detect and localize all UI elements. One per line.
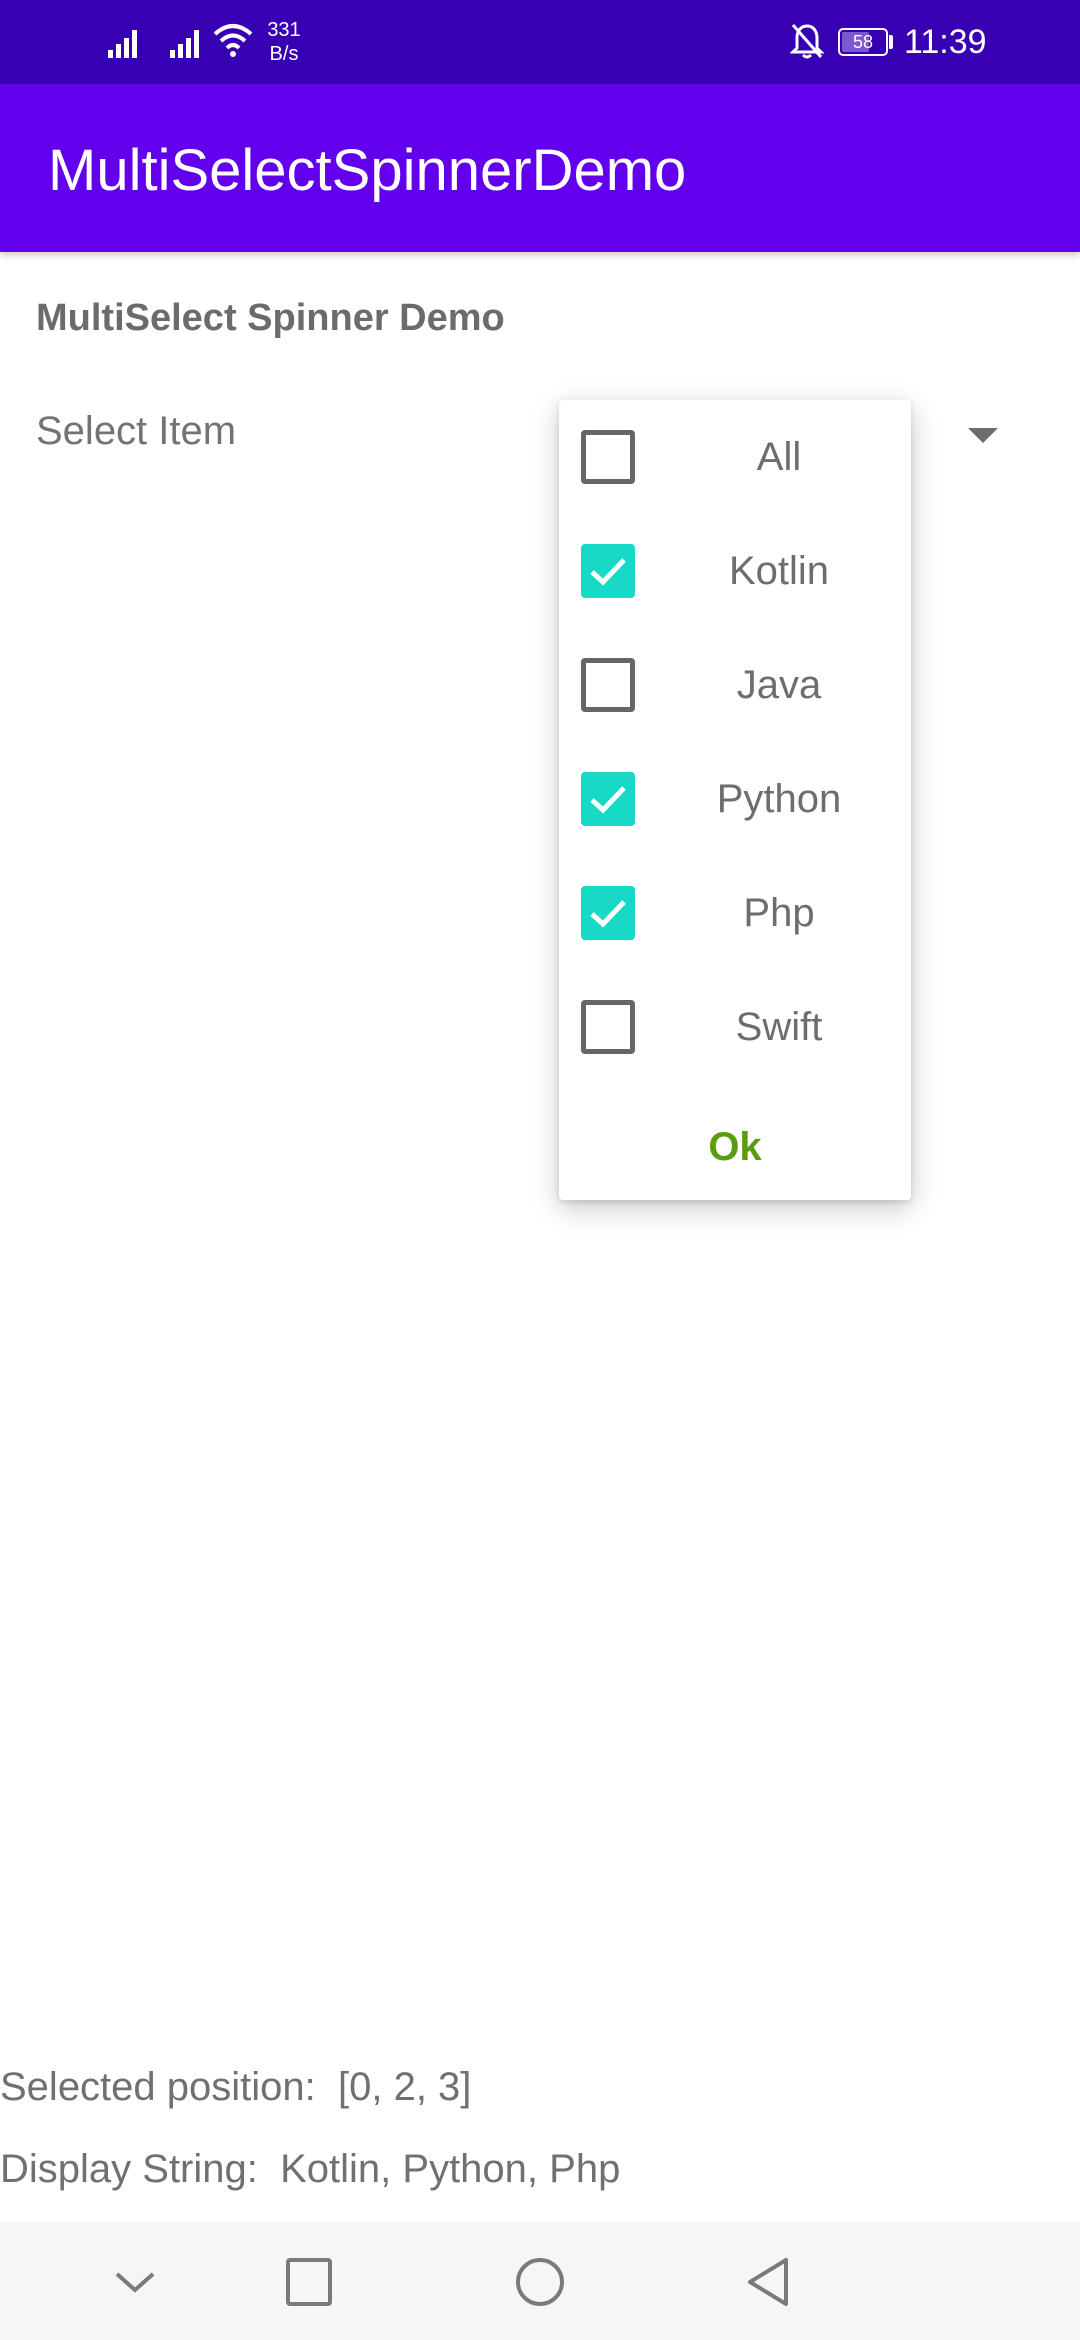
checkbox[interactable] bbox=[581, 1000, 635, 1054]
option-swift[interactable]: Swift bbox=[559, 970, 911, 1084]
check-icon bbox=[590, 558, 626, 586]
battery-percentage: 58 bbox=[852, 32, 874, 52]
app-bar: MultiSelectSpinnerDemo bbox=[0, 84, 1080, 252]
wifi-icon bbox=[213, 24, 253, 57]
page-heading: MultiSelect Spinner Demo bbox=[36, 297, 505, 339]
option-java[interactable]: Java bbox=[559, 628, 911, 742]
spinner-label[interactable]: Select Item bbox=[36, 404, 236, 458]
checkbox[interactable] bbox=[581, 772, 635, 826]
bell-muted-icon bbox=[790, 24, 824, 59]
navigation-bar bbox=[0, 2222, 1080, 2340]
checkbox[interactable] bbox=[581, 886, 635, 940]
option-label: Java bbox=[736, 663, 822, 707]
checkbox[interactable] bbox=[581, 544, 635, 598]
selected-position-text: Selected position: [0, 2, 3] bbox=[0, 2065, 472, 2109]
display-string-text: Display String: Kotlin, Python, Php bbox=[0, 2147, 621, 2191]
option-label: Kotlin bbox=[728, 549, 830, 593]
battery-icon: 58 bbox=[838, 28, 888, 56]
option-label: All bbox=[756, 435, 802, 479]
network-speed-unit: B/s bbox=[269, 43, 299, 65]
option-label: Swift bbox=[735, 1005, 823, 1049]
option-kotlin[interactable]: Kotlin bbox=[559, 514, 911, 628]
check-icon bbox=[590, 900, 626, 928]
checkbox[interactable] bbox=[581, 658, 635, 712]
option-label: Php bbox=[743, 891, 815, 935]
signal-strength-icon bbox=[108, 30, 137, 58]
multiselect-dropdown: All Kotlin Java Python Php Swift Ok bbox=[559, 400, 911, 1200]
clock: 11:39 bbox=[904, 23, 987, 61]
option-all[interactable]: All bbox=[559, 400, 911, 514]
home-icon[interactable] bbox=[508, 2250, 572, 2314]
checkbox[interactable] bbox=[581, 430, 635, 484]
option-label: Python bbox=[716, 777, 842, 821]
option-python[interactable]: Python bbox=[559, 742, 911, 856]
recent-apps-icon[interactable] bbox=[277, 2250, 341, 2314]
signal-strength-icon bbox=[170, 30, 199, 58]
battery-tip bbox=[889, 35, 893, 49]
status-bar: 331 B/s 58 11:39 bbox=[0, 0, 1080, 84]
network-speed-value: 331 bbox=[267, 19, 301, 41]
check-icon bbox=[590, 786, 626, 814]
ok-button[interactable]: Ok bbox=[559, 1112, 911, 1182]
app-title: MultiSelectSpinnerDemo bbox=[48, 138, 687, 203]
network-speed: 331 B/s bbox=[262, 18, 306, 66]
back-icon[interactable] bbox=[738, 2250, 802, 2314]
option-php[interactable]: Php bbox=[559, 856, 911, 970]
chevron-down-icon[interactable] bbox=[103, 2250, 167, 2314]
dropdown-arrow-icon[interactable] bbox=[968, 428, 998, 443]
